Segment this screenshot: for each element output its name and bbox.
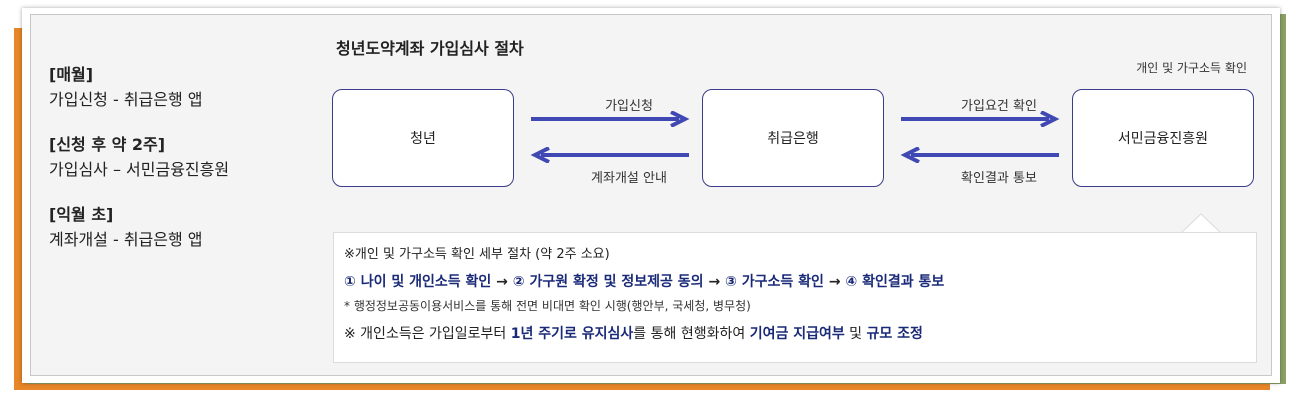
step-title: [신청 후 약 2주] <box>49 135 166 154</box>
flow-step-2: ② 가구원 확정 및 정보제공 동의 <box>512 274 704 290</box>
node-finance-agency: 서민금융진흥원 <box>1072 89 1254 187</box>
step-desc: 가입심사 – 서민금융진흥원 <box>49 160 230 179</box>
text-part: 및 <box>844 326 867 342</box>
arrow-check-right <box>901 111 1060 127</box>
schedule-step-two-weeks: [신청 후 약 2주] 가입심사 – 서민금융진흥원 <box>49 133 309 183</box>
step-desc: 가입신청 - 취급은행 앱 <box>49 90 203 109</box>
schedule-step-next-month: [익월 초] 계좌개설 - 취급은행 앱 <box>49 203 309 253</box>
step-desc: 계좌개설 - 취급은행 앱 <box>49 230 203 249</box>
flow-step-1: ① 나이 및 개인소득 확인 <box>344 274 492 290</box>
text-part: ※ 개인소득은 가입일로부터 <box>344 326 511 342</box>
arrow-result-left <box>900 147 1059 163</box>
flow-arrow: → <box>496 274 508 290</box>
text-part: 를 통해 현행화하여 <box>633 326 750 342</box>
flow-step-4: ④ 확인결과 통보 <box>845 274 945 290</box>
income-check-note: 개인 및 가구소득 확인 <box>1136 61 1247 75</box>
schedule-list: [매월] 가입신청 - 취급은행 앱 [신청 후 약 2주] 가입심사 – 서민… <box>49 63 309 273</box>
arrow-label-account-notice: 계좌개설 안내 <box>591 171 667 186</box>
flow-step-3: ③ 가구소득 확인 <box>725 274 824 290</box>
content-panel: [매월] 가입신청 - 취급은행 앱 [신청 후 약 2주] 가입심사 – 서민… <box>30 14 1272 376</box>
figure-frame: [매월] 가입신청 - 취급은행 앱 [신청 후 약 2주] 가입심사 – 서민… <box>22 8 1280 383</box>
highlight-annual-review: 1년 주기로 유지심사 <box>510 326 634 342</box>
detail-note: * 행정정보공동이용서비스를 통해 전면 비대면 확인 시행(행안부, 국세청,… <box>344 299 751 313</box>
schedule-step-monthly: [매월] 가입신청 - 취급은행 앱 <box>49 63 309 113</box>
highlight-scale: 규모 조정 <box>866 326 923 342</box>
diagram-title: 청년도약계좌 가입심사 절차 <box>336 39 524 58</box>
detail-heading: ※개인 및 가구소득 확인 세부 절차 (약 2주 소요) <box>344 247 610 262</box>
detail-income-review: ※ 개인소득은 가입일로부터 1년 주기로 유지심사를 통해 현행화하여 기여금… <box>344 323 1256 345</box>
flow-arrow: → <box>708 274 721 290</box>
node-bank: 취급은행 <box>702 89 884 187</box>
callout-pointer <box>1181 213 1221 234</box>
arrow-label-result-notice: 확인결과 통보 <box>961 171 1037 186</box>
arrow-account-notice-left <box>530 147 689 163</box>
detail-box: ※개인 및 가구소득 확인 세부 절차 (약 2주 소요) ① 나이 및 개인소… <box>333 232 1257 363</box>
step-title: [매월] <box>49 65 94 84</box>
step-title: [익월 초] <box>49 205 114 224</box>
flow-arrow: → <box>828 274 841 290</box>
arrow-apply-right <box>531 111 690 127</box>
detail-flow: ① 나이 및 개인소득 확인 → ② 가구원 확정 및 정보제공 동의 → ③ … <box>344 271 1256 293</box>
node-youth: 청년 <box>332 89 514 187</box>
highlight-contribution: 기여금 지급여부 <box>749 326 845 342</box>
